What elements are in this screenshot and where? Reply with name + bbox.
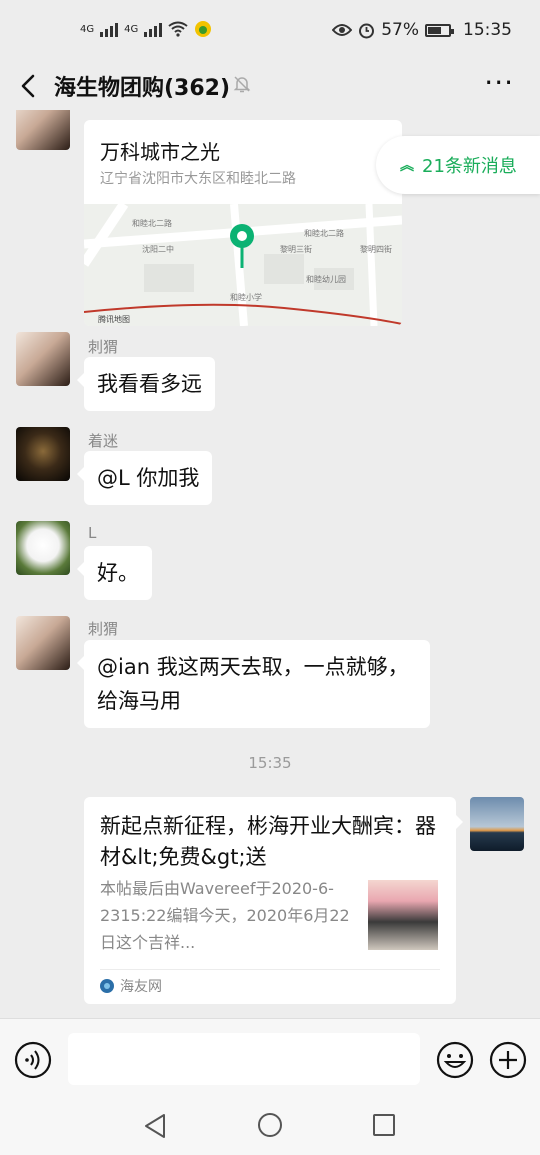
nav-recent-square-icon[interactable] bbox=[372, 1113, 396, 1137]
sender-name: L bbox=[88, 524, 97, 542]
message-bubble[interactable]: 我看看多远 bbox=[77, 357, 215, 411]
message-bubble[interactable]: @ian 我这两天去取，一点就够，给海马用 bbox=[77, 640, 430, 728]
signal-icon bbox=[100, 21, 119, 37]
map-label: 和睦幼儿园 bbox=[306, 274, 346, 284]
battery-icon bbox=[425, 23, 454, 37]
message-bubble[interactable]: @L 你加我 bbox=[76, 451, 213, 505]
map-label: 黎明四街 bbox=[360, 244, 392, 254]
self-avatar[interactable] bbox=[470, 797, 524, 851]
back-icon[interactable] bbox=[14, 68, 44, 104]
nav-back-triangle-icon[interactable] bbox=[142, 1112, 168, 1140]
location-card[interactable]: 万科城市之光 辽宁省沈阳市大东区和睦北二路 和睦北二路 和睦北二路 黎明三街 黎… bbox=[84, 120, 402, 326]
map-label: 和睦北二路 bbox=[304, 228, 344, 238]
chat-title: 海生物团购(362) bbox=[54, 76, 231, 101]
link-thumbnail bbox=[368, 880, 438, 950]
alarm-icon bbox=[359, 23, 375, 38]
chat-area[interactable]: 万科城市之光 辽宁省沈阳市大东区和睦北二路 和睦北二路 和睦北二路 黎明三街 黎… bbox=[0, 110, 540, 1018]
system-navigation-bar bbox=[0, 1098, 540, 1155]
status-left: 4G 4G bbox=[80, 20, 212, 38]
avatar[interactable] bbox=[16, 616, 70, 670]
divider bbox=[100, 969, 440, 970]
new-messages-button[interactable]: ︽ 21条新消息 bbox=[376, 136, 540, 194]
map-label: 黎明三街 bbox=[280, 244, 312, 254]
clock: 15:35 bbox=[463, 20, 512, 40]
avatar[interactable] bbox=[16, 110, 70, 150]
battery-fill bbox=[428, 26, 441, 34]
link-title: 新起点新征程，彬海开业大酬宾：器材&lt;免费&gt;送 bbox=[100, 814, 436, 869]
avatar[interactable] bbox=[16, 427, 70, 481]
source-logo-icon bbox=[100, 979, 114, 993]
link-card[interactable]: 新起点新征程，彬海开业大酬宾：器材&lt;免费&gt;送 本帖最后由Wavere… bbox=[84, 797, 463, 1004]
link-source: 海友网 bbox=[100, 976, 162, 996]
network-type-2: 4G bbox=[124, 23, 139, 35]
status-bar: 4G 4G 57% 15:35 bbox=[0, 0, 540, 62]
location-address: 辽宁省沈阳市大东区和睦北二路 bbox=[100, 171, 296, 187]
sender-name: 刺猬 bbox=[88, 620, 119, 638]
message-input[interactable] bbox=[68, 1033, 420, 1085]
status-right: 57% 15:35 bbox=[332, 20, 512, 40]
more-options-button[interactable]: ··· bbox=[484, 66, 514, 99]
emoji-icon[interactable] bbox=[436, 1041, 474, 1079]
map-label: 和睦北二路 bbox=[132, 218, 172, 228]
map-label: 和睦小学 bbox=[230, 292, 262, 302]
sender-name: 刺猬 bbox=[88, 338, 119, 356]
sender-name: 着迷 bbox=[88, 432, 119, 450]
new-messages-label: 21条新消息 bbox=[422, 156, 517, 177]
voice-input-icon[interactable] bbox=[14, 1041, 52, 1079]
map-label: 沈阳二中 bbox=[142, 244, 174, 254]
wifi-icon bbox=[168, 21, 188, 37]
nav-home-circle-icon[interactable] bbox=[257, 1112, 283, 1138]
timestamp: 15:35 bbox=[248, 754, 292, 772]
location-title: 万科城市之光 bbox=[100, 140, 220, 164]
source-name: 海友网 bbox=[120, 979, 162, 995]
network-type-1: 4G bbox=[80, 23, 95, 35]
chat-header: 海生物团购(362) ··· bbox=[0, 62, 540, 110]
avatar[interactable] bbox=[16, 332, 70, 386]
double-chevron-up-icon: ︽ bbox=[400, 158, 414, 174]
input-bar bbox=[0, 1018, 540, 1098]
app-notification-icon bbox=[195, 21, 212, 37]
mute-bell-icon bbox=[233, 76, 251, 93]
map-thumbnail: 和睦北二路 和睦北二路 黎明三街 黎明四街 沈阳二中 和睦幼儿园 和睦小学 腾讯… bbox=[84, 204, 402, 326]
eye-icon bbox=[332, 24, 353, 36]
map-provider-label: 腾讯地图 bbox=[98, 314, 130, 324]
signal-icon-2 bbox=[144, 21, 163, 37]
avatar[interactable] bbox=[16, 521, 70, 575]
link-description: 本帖最后由Wavereef于2020-6-2315:22编辑今天，2020年6月… bbox=[100, 879, 350, 952]
message-bubble[interactable]: 好。 bbox=[77, 546, 152, 600]
battery-percent: 57% bbox=[381, 20, 419, 40]
plus-icon[interactable] bbox=[489, 1041, 527, 1079]
